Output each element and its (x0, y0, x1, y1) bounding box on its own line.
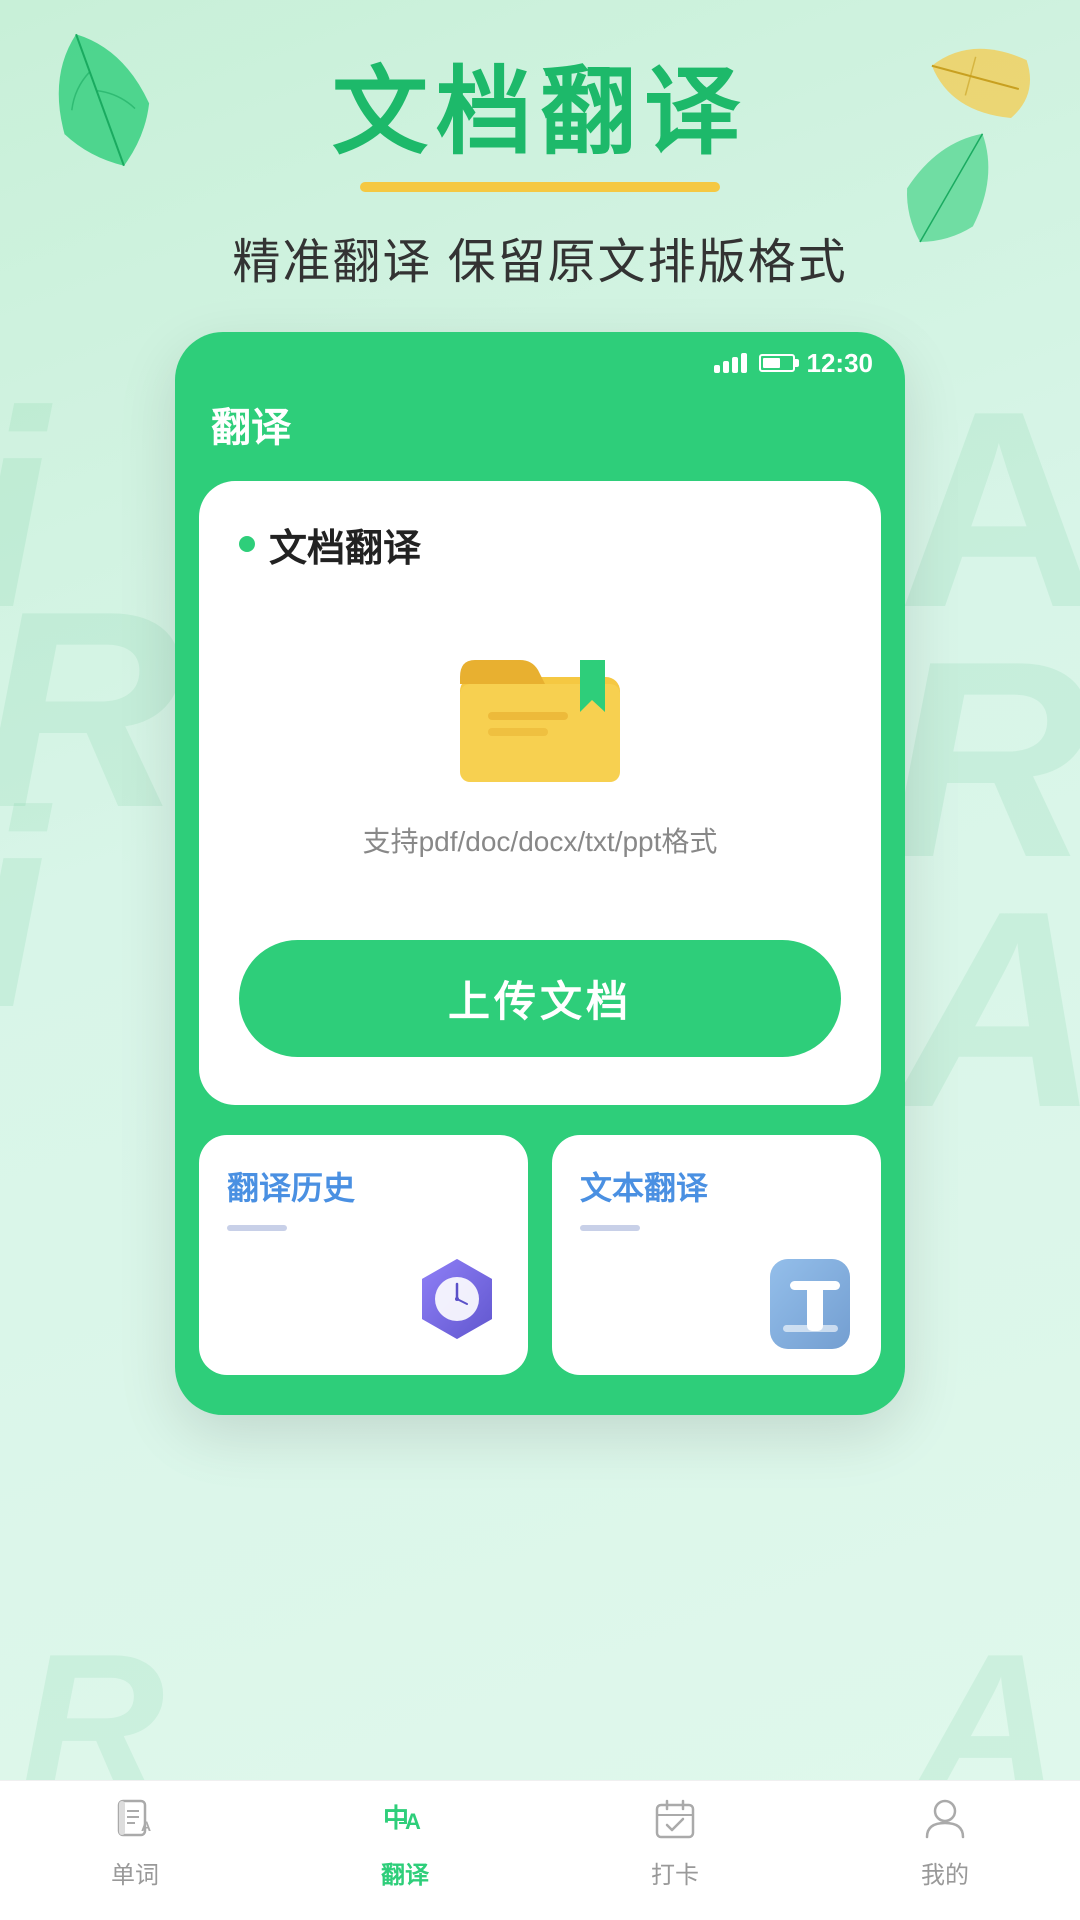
profile-icon (917, 1791, 973, 1847)
upload-button[interactable]: 上传文档 (239, 940, 841, 1057)
svg-text:A: A (405, 1809, 421, 1834)
text-card-title: 文本翻译 (580, 1163, 853, 1209)
app-title-bar: 翻译 (175, 387, 905, 481)
doc-translate-label: 文档翻译 (239, 517, 841, 572)
battery-icon (759, 354, 795, 372)
translate-icon: 中 A (377, 1791, 433, 1847)
history-card-line (227, 1225, 287, 1231)
history-card[interactable]: 翻译历史 (199, 1135, 528, 1375)
document-translate-card: 文档翻译 (199, 481, 881, 1105)
checkin-icon (647, 1791, 703, 1847)
nav-label-translate: 翻译 (381, 1855, 429, 1890)
nav-item-translate[interactable]: 中 A 翻译 (377, 1791, 433, 1890)
hero-subtitle: 精准翻译 保留原文排版格式 (232, 222, 847, 292)
vocab-icon: A (107, 1791, 163, 1847)
text-translate-card[interactable]: 文本翻译 (552, 1135, 881, 1375)
hero-title-underline (360, 182, 720, 192)
svg-text:A: A (141, 1818, 151, 1834)
phone-mockup: 12:30 翻译 文档翻译 (175, 332, 905, 1415)
status-time: 12:30 (807, 348, 874, 379)
history-icon (402, 1249, 512, 1359)
bottom-nav: A 单词 中 A 翻译 (0, 1780, 1080, 1920)
doc-translate-text: 文档翻译 (269, 517, 421, 572)
app-title: 翻译 (211, 406, 291, 450)
signal-icon (714, 353, 747, 373)
hero-title: 文档翻译 (332, 60, 748, 166)
history-card-title: 翻译历史 (227, 1163, 500, 1209)
main-content: 文档翻译 精准翻译 保留原文排版格式 12:30 翻译 (0, 0, 1080, 1415)
text-card-line (580, 1225, 640, 1231)
green-dot (239, 536, 255, 552)
folder-icon (450, 632, 630, 792)
nav-label-profile: 我的 (921, 1855, 969, 1890)
nav-item-vocab[interactable]: A 单词 (107, 1791, 163, 1890)
text-translate-icon (765, 1249, 865, 1359)
nav-label-vocab: 单词 (111, 1855, 159, 1890)
nav-item-profile[interactable]: 我的 (917, 1791, 973, 1890)
folder-area: 支持pdf/doc/docx/txt/ppt格式 (239, 612, 841, 900)
supported-formats: 支持pdf/doc/docx/txt/ppt格式 (363, 820, 718, 860)
nav-label-checkin: 打卡 (651, 1855, 699, 1890)
bottom-cards: 翻译历史 (199, 1135, 881, 1375)
nav-item-checkin[interactable]: 打卡 (647, 1791, 703, 1890)
status-bar: 12:30 (175, 332, 905, 387)
